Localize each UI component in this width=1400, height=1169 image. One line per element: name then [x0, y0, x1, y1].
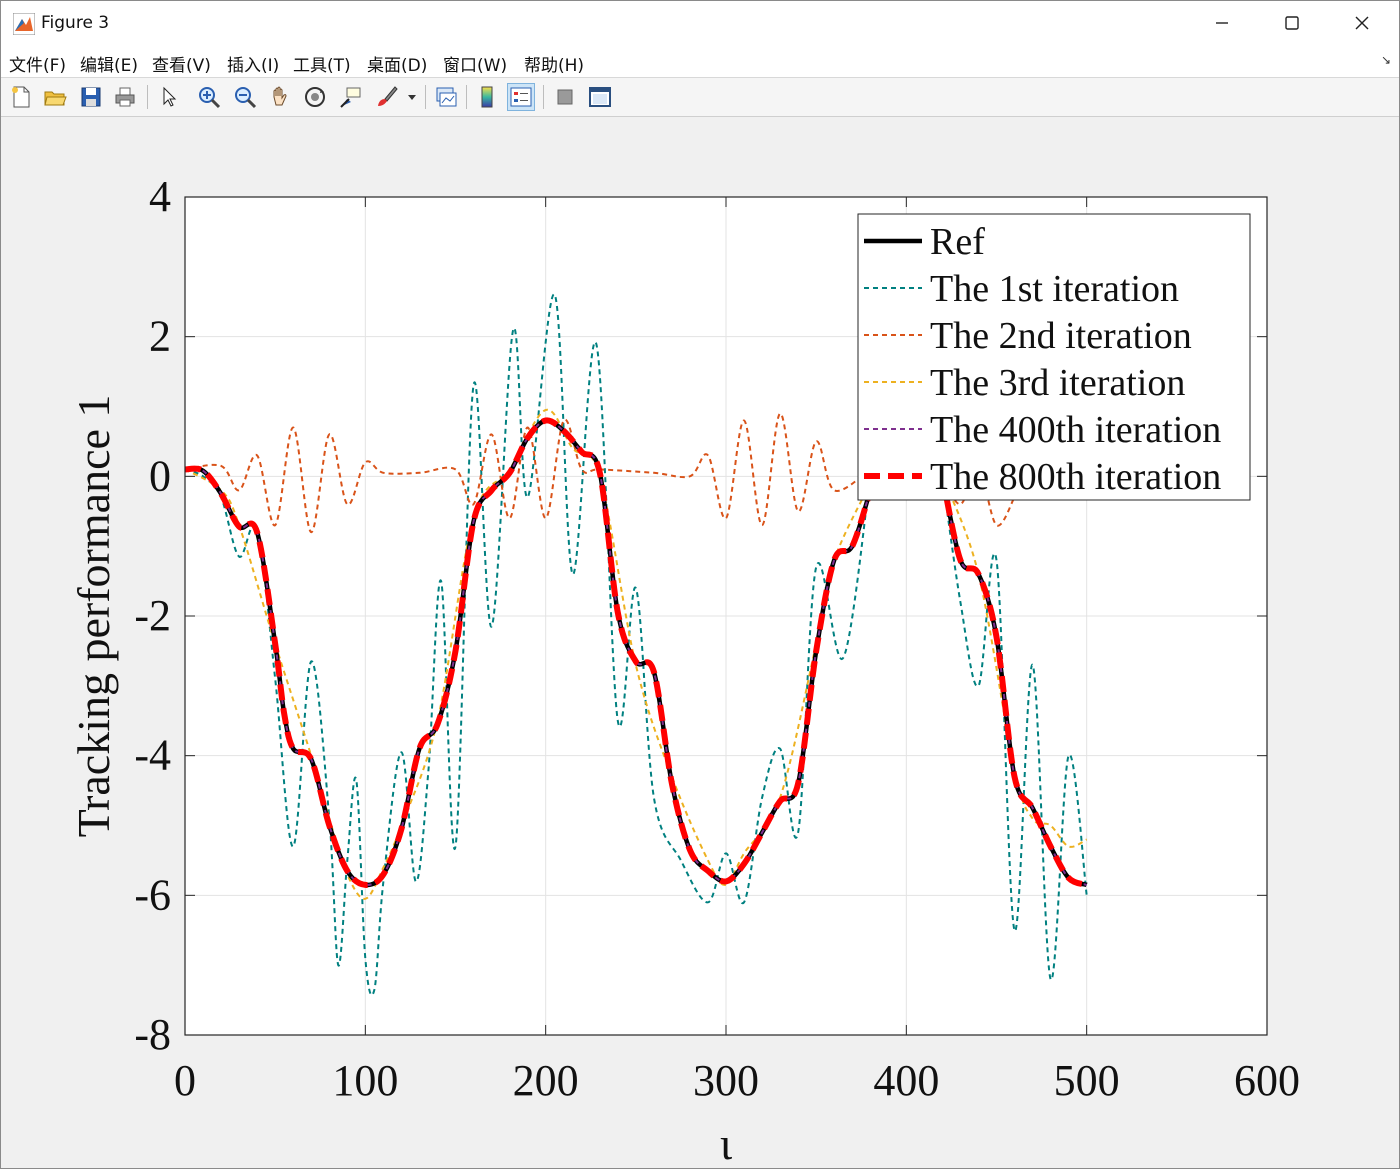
- rotate-3d-button[interactable]: [301, 83, 329, 111]
- toolbar-separator: [543, 85, 544, 109]
- legend-label: Ref: [930, 221, 985, 263]
- save-icon: [81, 87, 101, 107]
- brush-dropdown[interactable]: [403, 83, 421, 111]
- zoom-out-icon: [235, 87, 257, 109]
- matlab-icon: [13, 13, 35, 35]
- dock-arrow-icon[interactable]: ↘: [1381, 53, 1391, 67]
- x-tick-label: 0: [174, 1056, 196, 1105]
- menu-insert[interactable]: 插入(I): [227, 51, 279, 76]
- brush-button[interactable]: [373, 83, 401, 111]
- y-tick-label: -2: [134, 591, 171, 640]
- figure-toolbar: [1, 78, 1399, 117]
- data-cursor-button[interactable]: [337, 83, 365, 111]
- menu-file[interactable]: 文件(F): [9, 51, 66, 76]
- y-axis-label: Tracking performance 1: [68, 395, 119, 838]
- open-file-icon: [44, 91, 67, 106]
- x-tick-label: 500: [1054, 1056, 1120, 1105]
- zoom-in-icon: [199, 87, 221, 109]
- y-tick-label: 0: [149, 451, 171, 500]
- x-tick-label: 400: [873, 1056, 939, 1105]
- open-file-button[interactable]: [41, 83, 69, 111]
- legend-button[interactable]: [507, 83, 535, 111]
- y-tick-label: -8: [134, 1010, 171, 1059]
- x-axis-label: ι: [720, 1118, 733, 1168]
- pan-button[interactable]: [266, 83, 294, 111]
- menu-edit[interactable]: 编辑(E): [80, 51, 138, 76]
- x-tick-label: 300: [693, 1056, 759, 1105]
- window-title: Figure 3: [41, 13, 110, 33]
- menu-window[interactable]: 窗口(W): [443, 51, 507, 76]
- close-button[interactable]: [1327, 1, 1397, 45]
- legend-icon: [510, 87, 532, 107]
- menu-tools[interactable]: 工具(T): [293, 51, 351, 76]
- minimize-button[interactable]: [1187, 1, 1257, 45]
- select-pointer-icon: [163, 86, 177, 107]
- maximize-button[interactable]: [1257, 1, 1327, 45]
- link-plot-button[interactable]: [432, 83, 460, 111]
- save-button[interactable]: [77, 83, 105, 111]
- y-tick-label: -6: [134, 870, 171, 919]
- new-figure-icon: [12, 86, 30, 108]
- figure-window: Figure 3 文件(F) 编辑(E) 查看(V) 插入(I) 工具(T) 桌…: [0, 0, 1400, 1169]
- rotate-3d-icon: [305, 87, 325, 107]
- show-plot-tools-button[interactable]: [586, 83, 614, 111]
- legend-label: The 800th iteration: [930, 456, 1221, 498]
- legend[interactable]: Ref The 1st iteration The 2nd iteration The…: [857, 213, 1251, 501]
- maximize-icon: [1285, 16, 1299, 30]
- menu-view[interactable]: 查看(V): [152, 51, 211, 76]
- new-figure-button[interactable]: [7, 83, 35, 111]
- y-tick-label: 2: [149, 312, 171, 361]
- print-icon: [115, 87, 135, 107]
- x-tick-label: 200: [513, 1056, 579, 1105]
- legend-label: The 400th iteration: [930, 409, 1221, 451]
- close-icon: [1355, 16, 1369, 30]
- zoom-in-button[interactable]: [195, 83, 223, 111]
- y-tick-label: 4: [149, 172, 171, 221]
- menu-desktop[interactable]: 桌面(D): [367, 51, 427, 76]
- line-chart: 0 100 200 300 400 500 600 -8 -6 -4 -2 0 2 4 ι Trackin…: [68, 172, 1300, 1168]
- figure-canvas: 0 100 200 300 400 500 600 -8 -6 -4 -2 0 2 4 ι Trackin…: [1, 117, 1399, 1168]
- legend-label: The 2nd iteration: [930, 315, 1192, 357]
- brush-icon: [378, 86, 398, 106]
- link-plot-icon: [436, 87, 457, 107]
- toolbar-separator: [425, 85, 426, 109]
- hide-plot-tools-button[interactable]: [551, 83, 579, 111]
- title-bar[interactable]: Figure 3: [1, 1, 1399, 45]
- minimize-icon: [1216, 22, 1228, 24]
- colorbar-button[interactable]: [473, 83, 501, 111]
- colorbar-icon: [481, 86, 493, 108]
- zoom-out-button[interactable]: [231, 83, 259, 111]
- hide-plot-tools-icon: [557, 89, 573, 105]
- toolbar-separator: [466, 85, 467, 109]
- legend-label: The 1st iteration: [930, 268, 1179, 310]
- y-tick-label: -4: [134, 731, 171, 780]
- pan-hand-icon: [273, 86, 287, 106]
- x-tick-label: 100: [332, 1056, 398, 1105]
- chevron-down-icon: [408, 95, 416, 100]
- legend-label: The 3rd iteration: [930, 362, 1185, 404]
- print-button[interactable]: [111, 83, 139, 111]
- x-tick-label: 600: [1234, 1056, 1300, 1105]
- menu-help[interactable]: 帮助(H): [524, 51, 584, 76]
- menu-bar: 文件(F) 编辑(E) 查看(V) 插入(I) 工具(T) 桌面(D) 窗口(W…: [1, 45, 1399, 78]
- toolbar-separator: [147, 85, 148, 109]
- select-pointer-button[interactable]: [155, 83, 183, 111]
- show-plot-tools-icon: [589, 87, 611, 107]
- data-cursor-icon: [340, 87, 361, 108]
